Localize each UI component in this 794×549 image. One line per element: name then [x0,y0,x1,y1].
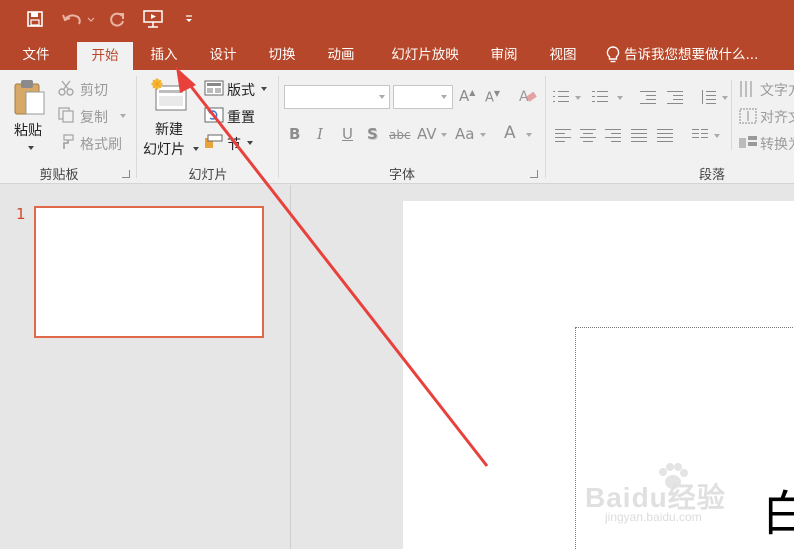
tell-me-search[interactable]: 告诉我您想要做什么... [606,40,758,70]
bullets-icon[interactable] [553,90,569,104]
font-name-dropdown-icon[interactable] [379,95,385,99]
paste-label[interactable]: 粘贴 [14,120,42,140]
text-direction-icon [738,80,758,102]
increase-font-size-icon[interactable]: A▲ [459,87,475,105]
convert-to-smartart-button[interactable]: 转换为 [760,134,794,154]
columns-dropdown-icon[interactable] [714,134,720,138]
font-launcher-icon[interactable] [530,170,538,178]
columns-icon[interactable] [692,128,708,142]
justify-icon[interactable] [631,128,647,142]
numbering-dropdown-icon[interactable] [617,96,623,100]
align-center-icon[interactable] [580,128,596,142]
section-dropdown-icon[interactable] [247,141,253,145]
strikethrough-button[interactable]: abc [389,128,411,142]
clipboard-group-label: 剪贴板 [39,168,79,183]
baidu-watermark: Baidu经验 jingyan.baidu.com [585,462,755,532]
layout-dropdown-icon[interactable] [261,87,267,91]
tab-home[interactable]: 开始 [77,42,133,70]
decrease-indent-icon[interactable] [640,90,656,104]
paste-icon[interactable] [12,78,46,122]
slide-thumbnail[interactable] [34,206,264,338]
lightbulb-icon [606,46,620,63]
redo-icon[interactable] [106,8,128,30]
change-case-dropdown-icon[interactable] [480,133,486,137]
layout-button[interactable]: 版式 [227,80,255,100]
copy-button[interactable]: 复制 [80,107,108,127]
paste-dropdown-icon[interactable] [28,146,34,150]
scissors-icon [58,80,74,100]
line-spacing-icon[interactable] [700,90,716,104]
slides-group-label: 幻灯片 [188,168,228,183]
copy-dropdown-icon[interactable] [120,114,126,118]
bold-button[interactable]: B [289,125,300,143]
align-text-button[interactable]: 对齐文 [760,107,794,127]
new-slide-icon[interactable] [150,76,190,120]
increase-indent-icon[interactable] [667,90,683,104]
tab-insert[interactable]: 插入 [137,40,191,70]
new-slide-label-2[interactable]: 幻灯片 [143,139,185,159]
convert-to-smartart-icon [738,134,758,156]
group-divider [731,80,732,150]
italic-button[interactable]: I [317,125,323,143]
align-text-icon [738,107,758,129]
title-bar [0,0,794,40]
new-slide-dropdown-icon[interactable] [193,147,199,151]
decrease-font-size-icon[interactable]: A▼ [485,89,500,105]
cut-button[interactable]: 剪切 [80,80,108,100]
font-name-combobox[interactable] [284,85,390,109]
ribbon-tabs: 文件 开始 插入 设计 切换 动画 幻灯片放映 审阅 视图 告诉我您想要做什么.… [0,40,794,70]
customize-qat-icon[interactable] [182,8,196,30]
slide-number: 1 [16,205,26,223]
group-divider [545,76,546,178]
tab-view[interactable]: 视图 [537,40,589,70]
section-icon [204,134,224,154]
group-divider [136,76,137,178]
font-group-label: 字体 [388,168,415,183]
section-button[interactable]: 节 [227,134,241,154]
slide-thumbnail-pane: 1 [0,185,291,549]
tab-slideshow[interactable]: 幻灯片放映 [373,40,477,70]
underline-button[interactable]: U [342,125,353,143]
bullets-dropdown-icon[interactable] [575,96,581,100]
clear-formatting-icon[interactable]: A [518,86,538,110]
undo-icon[interactable] [60,8,96,30]
copy-icon [58,107,74,127]
format-painter-icon [58,134,74,154]
distributed-icon[interactable] [657,128,673,142]
save-icon[interactable] [24,8,46,30]
line-spacing-dropdown-icon[interactable] [722,96,728,100]
format-painter-button[interactable]: 格式刷 [80,134,122,154]
paragraph-group-label: 段落 [698,168,725,183]
change-case-button[interactable]: Aa [455,125,474,143]
watermark-url: jingyan.baidu.com [605,510,702,524]
numbering-icon[interactable] [592,90,608,104]
font-color-button[interactable]: A [504,123,516,143]
tab-animations[interactable]: 动画 [314,40,368,70]
reset-button[interactable]: 重置 [227,107,255,127]
clipboard-launcher-icon[interactable] [122,170,130,178]
character-spacing-dropdown-icon[interactable] [441,133,447,137]
new-slide-label-1[interactable]: 新建 [155,119,183,139]
font-size-dropdown-icon[interactable] [441,95,447,99]
character-spacing-button[interactable]: AV [417,125,437,143]
align-left-icon[interactable] [555,128,571,142]
text-shadow-button[interactable]: S [367,125,378,143]
tab-file[interactable]: 文件 [10,40,62,70]
font-color-dropdown-icon[interactable] [526,133,532,137]
tab-review[interactable]: 审阅 [478,40,530,70]
ribbon: 粘贴 剪切 复制 格式刷 剪贴板 新建 幻灯片 版式 重置 节 幻灯片 A▲ A… [0,70,794,184]
start-from-beginning-icon[interactable] [140,8,166,30]
group-divider [278,76,279,178]
slide-text: 白 [762,486,794,542]
reset-icon [204,107,224,127]
tab-design[interactable]: 设计 [196,40,250,70]
tab-transitions[interactable]: 切换 [255,40,309,70]
layout-icon [204,80,224,100]
align-right-icon[interactable] [605,128,621,142]
tell-me-text: 告诉我您想要做什么... [624,47,759,63]
text-direction-button[interactable]: 文字方 [760,80,794,100]
